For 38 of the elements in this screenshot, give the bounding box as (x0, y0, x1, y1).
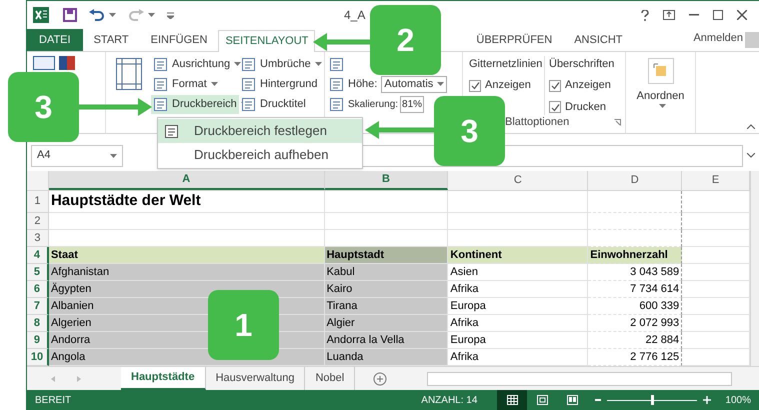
table-cell: Asien (448, 264, 588, 282)
callout-badge: 1 (208, 290, 279, 360)
table-cell: Kabul (324, 264, 448, 282)
table-cell: Luanda (324, 349, 448, 366)
count-text: ANZAHL: 14 (421, 394, 478, 408)
checkbox-label: Anzeigen (565, 78, 611, 94)
callout-badge: 3 (8, 72, 79, 142)
height-label: Höhe: (348, 77, 378, 92)
table-cell: Andorra la Vella (324, 332, 448, 350)
table-cell: 600 339 (588, 298, 682, 316)
table-cell: Europa (448, 332, 588, 350)
table-cell: Tirana (324, 298, 448, 316)
checkbox-label: Drucken (565, 100, 606, 115)
group-label: Blattoptionen (505, 114, 570, 130)
table-cell: Afrika (448, 315, 588, 332)
zoom-level: 100% (725, 394, 751, 408)
table-cell: 7 734 614 (588, 281, 682, 298)
checkbox-label: Anzeigen (485, 78, 531, 94)
table-cell: Algier (324, 315, 448, 332)
callout-badge: 3 (434, 96, 505, 166)
table-cell: 22 884 (588, 332, 682, 350)
table-cell: Hauptstadt (324, 247, 448, 264)
option-group-title: Gitternetzlinien (469, 56, 544, 72)
table-cell: Kontinent (448, 247, 588, 264)
window-title: 4_A (344, 7, 366, 24)
option-group-title: Überschriften (549, 56, 614, 72)
table-cell: 2 072 993 (588, 315, 682, 332)
callout-badge: 2 (370, 5, 441, 75)
table-cell: Staat (48, 247, 325, 264)
scale-label: Skalierung: (348, 98, 398, 112)
table-cell: Europa (448, 298, 588, 316)
table-cell: Kairo (324, 281, 448, 298)
table-cell: Afrika (448, 281, 588, 298)
table-cell: 3 043 589 (588, 264, 682, 282)
table-cell: Afghanistan (48, 264, 325, 282)
table-cell: Hauptstädte der Welt (48, 191, 325, 214)
table-cell: Einwohnerzahl (588, 247, 682, 264)
status-text: BEREIT (35, 394, 72, 408)
